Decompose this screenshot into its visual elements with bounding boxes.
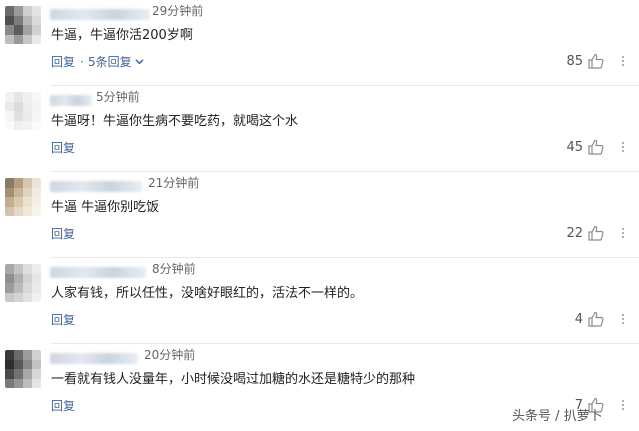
reply-button[interactable]: 回复 [51,226,75,242]
username[interactable] [50,267,146,278]
replies-count-label: 5条回复 [88,55,132,69]
comment-text: 人家有钱，所以任性，没啥好眼红的，活法不一样的。 [51,286,364,301]
avatar[interactable] [5,6,41,44]
comment-item: 21分钟前 牛逼 牛逼你别吃饭 回复 22 [0,172,639,258]
watermark: 头条号 / 扒萝卜 [512,409,603,424]
avatar[interactable] [5,264,41,302]
reply-button[interactable]: 回复 [51,140,75,156]
comment-item: 8分钟前 人家有钱，所以任性，没啥好眼红的，活法不一样的。 回复 4 [0,258,639,344]
thumbs-up-icon[interactable] [587,138,605,156]
chevron-down-icon [135,59,145,65]
comment-time: 20分钟前 [144,348,196,362]
username[interactable] [50,9,150,20]
thumbs-up-icon[interactable] [587,224,605,242]
thumbs-up-icon[interactable] [587,310,605,328]
like-count: 85 [566,54,583,69]
username[interactable] [50,353,138,364]
comment-text: 一看就有钱人没量年，小时候没喝过加糖的水还是糖特少的那种 [51,372,416,387]
reply-button[interactable]: 回复 [51,312,75,328]
avatar[interactable] [5,178,41,216]
comment-time: 21分钟前 [148,176,200,190]
comment-item: 29分钟前 牛逼，牛逼你活200岁啊 回复 · 5条回复 85 [0,0,639,86]
username[interactable] [50,95,92,106]
username[interactable] [50,181,142,192]
comment-text: 牛逼，牛逼你活200岁啊 [51,28,193,43]
thumbs-up-icon[interactable] [587,52,605,70]
avatar[interactable] [5,350,41,388]
more-vertical-icon[interactable] [619,312,627,328]
like-count: 45 [566,140,583,155]
reply-button[interactable]: 回复 [51,398,75,414]
comment-time: 29分钟前 [152,4,204,18]
comment-item: 5分钟前 牛逼呀！牛逼你生病不要吃药，就喝这个水 回复 45 [0,86,639,172]
avatar[interactable] [5,92,41,130]
more-vertical-icon[interactable] [619,398,627,414]
view-replies-button[interactable]: 5条回复 [88,54,145,70]
reply-button[interactable]: 回复 [51,54,75,70]
separator-dot: · [80,55,84,69]
comment-time: 8分钟前 [152,262,196,276]
more-vertical-icon[interactable] [619,226,627,242]
like-count: 22 [566,226,583,241]
comment-time: 5分钟前 [96,90,140,104]
like-count: 4 [574,312,583,327]
more-vertical-icon[interactable] [619,140,627,156]
comment-text: 牛逼 牛逼你别吃饭 [51,200,160,215]
comment-text: 牛逼呀！牛逼你生病不要吃药，就喝这个水 [51,114,299,129]
more-vertical-icon[interactable] [619,54,627,70]
